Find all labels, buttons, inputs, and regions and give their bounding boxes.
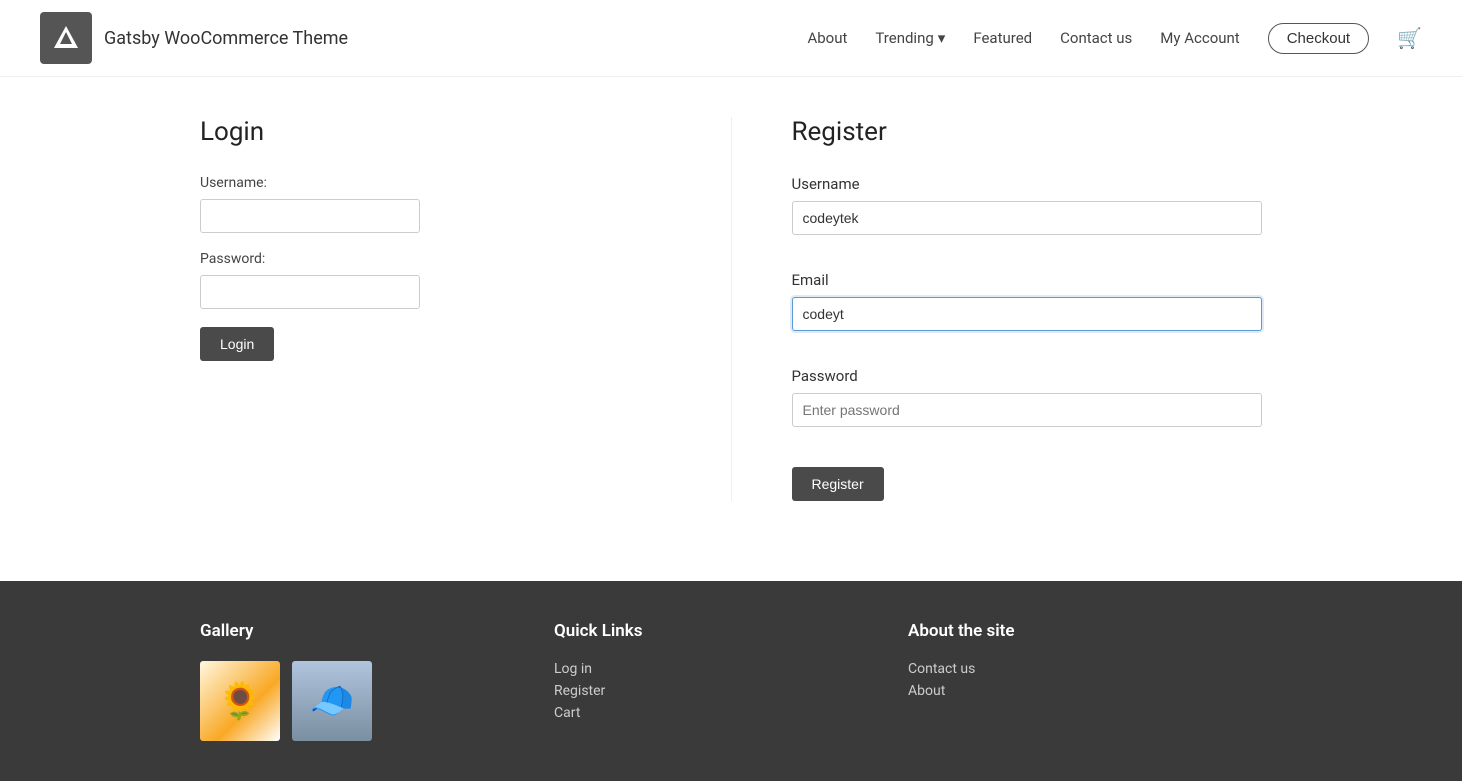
gallery-title: Gallery (200, 621, 554, 641)
main-content: Login Username: Password: Login Register… (0, 77, 1462, 581)
nav-item-featured[interactable]: Featured (973, 29, 1032, 47)
about-links-list: Contact us About (908, 661, 1262, 699)
chevron-down-icon: ▾ (938, 29, 946, 47)
header: Gatsby WooCommerce Theme About Trending … (0, 0, 1462, 77)
nav-item-contact[interactable]: Contact us (1060, 29, 1132, 47)
cart-icon[interactable]: 🛒 (1397, 26, 1422, 50)
nav-item-trending[interactable]: Trending ▾ (875, 29, 945, 47)
reg-username-label: Username (792, 175, 1263, 193)
site-title: Gatsby WooCommerce Theme (104, 28, 348, 49)
footer-about-col: About the site Contact us About (908, 621, 1262, 741)
password-input[interactable] (200, 275, 420, 309)
nav-item-about[interactable]: About (807, 29, 847, 47)
quicklinks-title: Quick Links (554, 621, 908, 641)
reg-password-input[interactable] (792, 393, 1263, 427)
nav-item-myaccount[interactable]: My Account (1160, 29, 1239, 47)
footer-link-about[interactable]: About (908, 683, 1262, 699)
register-button[interactable]: Register (792, 467, 884, 501)
reg-username-input[interactable] (792, 201, 1263, 235)
quick-links-list: Log in Register Cart (554, 661, 908, 721)
reg-username-group: Username (792, 175, 1263, 253)
password-label: Password: (200, 251, 671, 267)
footer-quicklinks-col: Quick Links Log in Register Cart (554, 621, 908, 741)
login-title: Login (200, 117, 671, 147)
footer-link-register[interactable]: Register (554, 683, 908, 699)
footer-gallery-col: Gallery 🌻 🧢 (200, 621, 554, 741)
login-button[interactable]: Login (200, 327, 274, 361)
logo-link[interactable]: Gatsby WooCommerce Theme (40, 12, 348, 64)
gatsby-logo-svg (52, 24, 80, 52)
about-site-title: About the site (908, 621, 1262, 641)
footer-link-login[interactable]: Log in (554, 661, 908, 677)
reg-password-group: Password (792, 367, 1263, 445)
footer: Gallery 🌻 🧢 Quick Links Log in Register … (0, 581, 1462, 781)
username-field-group: Username: (200, 175, 671, 251)
username-label: Username: (200, 175, 671, 191)
gallery-thumbnails: 🌻 🧢 (200, 661, 554, 741)
username-input[interactable] (200, 199, 420, 233)
footer-link-contact[interactable]: Contact us (908, 661, 1262, 677)
reg-password-label: Password (792, 367, 1263, 385)
login-section: Login Username: Password: Login (200, 117, 731, 501)
footer-link-cart[interactable]: Cart (554, 705, 908, 721)
reg-email-group: Email (792, 271, 1263, 349)
password-field-group: Password: (200, 251, 671, 327)
gallery-thumb-1: 🌻 (200, 661, 280, 741)
register-section: Register Username Email Password Registe… (731, 117, 1263, 501)
reg-email-label: Email (792, 271, 1263, 289)
checkout-button[interactable]: Checkout (1268, 23, 1369, 54)
gallery-thumb-2: 🧢 (292, 661, 372, 741)
logo-icon (40, 12, 92, 64)
register-title: Register (792, 117, 1263, 147)
main-nav: About Trending ▾ Featured Contact us My … (807, 23, 1422, 54)
reg-email-input[interactable] (792, 297, 1263, 331)
